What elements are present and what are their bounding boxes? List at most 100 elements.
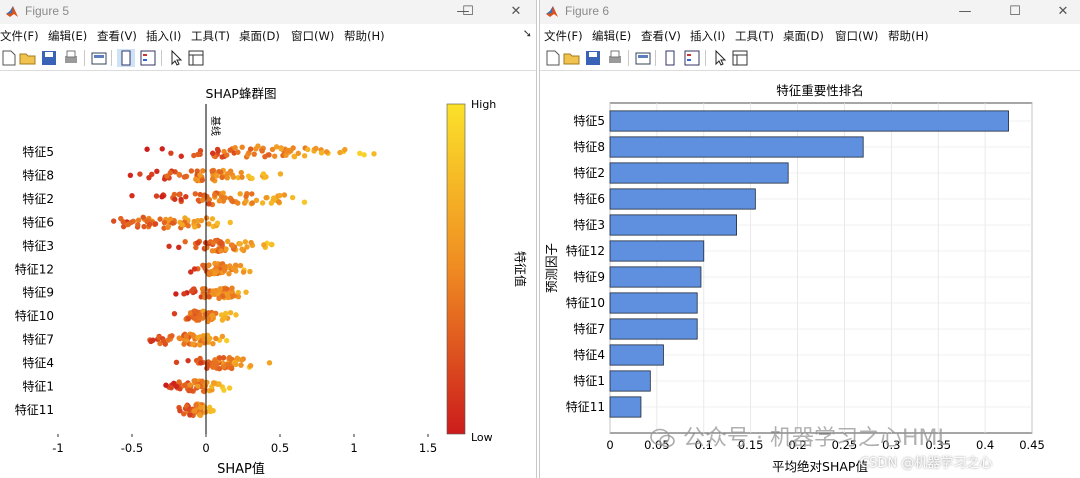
swarm-point [214, 220, 221, 226]
print-icon[interactable] [606, 49, 624, 67]
figure-5-titlebar[interactable]: Figure 5 — ☐ ✕ [0, 0, 536, 24]
swarm-point [243, 289, 249, 295]
swarm-point [200, 388, 207, 394]
swarm-point [120, 219, 126, 225]
swarm-point [163, 382, 169, 388]
menu-edit[interactable]: 编辑(E) [592, 28, 631, 44]
toggle-plot-tools-icon[interactable] [117, 49, 135, 67]
y-tick-label: 特征12 [566, 243, 605, 258]
swarm-point [185, 316, 191, 322]
menu-tools[interactable]: 工具(T) [735, 28, 774, 44]
menu-insert[interactable]: 插入(I) [146, 28, 181, 44]
swarm-point [342, 146, 348, 153]
figure-6-menubar: 文件(F) 编辑(E) 查看(V) 插入(I) 工具(T) 桌面(D) 窗口(W… [540, 24, 1080, 46]
swarm-point [318, 150, 325, 156]
bar [609, 162, 789, 184]
swarm-point [216, 355, 223, 361]
figure-6-titlebar[interactable]: Figure 6 — ☐ ✕ [540, 0, 1080, 24]
menu-help[interactable]: 帮助(H) [888, 28, 929, 44]
menu-view[interactable]: 查看(V) [641, 28, 681, 44]
menu-file[interactable]: 文件(F) [0, 28, 39, 44]
swarm-point [140, 214, 146, 220]
swarm-point [305, 146, 311, 153]
swarm-point [229, 242, 235, 248]
maximize-button[interactable]: ☐ [457, 2, 479, 22]
property-editor-icon[interactable] [187, 49, 205, 67]
insert-legend-icon[interactable] [683, 49, 701, 67]
save-icon[interactable] [40, 49, 58, 67]
toggle-plot-tools-icon[interactable] [661, 49, 679, 67]
swarm-point [191, 378, 197, 384]
minimize-button[interactable]: — [954, 2, 976, 22]
bar [609, 240, 705, 262]
open-icon[interactable] [19, 49, 37, 67]
print-preview-icon[interactable] [634, 49, 652, 67]
swarm-point [196, 312, 202, 319]
matlab-logo-icon [6, 6, 18, 17]
swarm-point [218, 248, 224, 254]
dock-figure-icon[interactable]: ➘ [523, 27, 532, 40]
y-tick-label: 特征2 [22, 191, 54, 206]
swarm-point [191, 308, 198, 314]
colorbar-high-label: High [471, 98, 496, 111]
swarm-point [227, 310, 234, 316]
swarm-point [237, 262, 244, 269]
swarm-point [230, 198, 236, 205]
swarm-point [193, 244, 199, 251]
swarm-point [161, 219, 168, 226]
swarm-point [173, 291, 179, 297]
swarm-point [259, 148, 265, 154]
pointer-icon[interactable] [711, 49, 729, 67]
swarm-point [206, 200, 212, 207]
print-preview-icon[interactable] [90, 49, 108, 67]
menu-window[interactable]: 窗口(W) [291, 28, 334, 44]
new-icon[interactable] [544, 49, 562, 67]
swarm-point [230, 265, 237, 271]
swarm-point [210, 380, 217, 386]
y-tick-label: 特征6 [22, 214, 54, 229]
property-editor-icon[interactable] [731, 49, 749, 67]
insert-legend-icon[interactable] [139, 49, 157, 67]
swarm-point [183, 193, 189, 200]
save-icon[interactable] [584, 49, 602, 67]
menu-view[interactable]: 查看(V) [97, 28, 137, 44]
pointer-icon[interactable] [167, 49, 185, 67]
close-button[interactable]: ✕ [1052, 2, 1074, 22]
swarm-point [209, 248, 216, 254]
close-button[interactable]: ✕ [505, 2, 527, 22]
colorbar-low-label: Low [471, 431, 493, 444]
menu-tools[interactable]: 工具(T) [191, 28, 230, 44]
x-tick-label: 1 [350, 441, 357, 455]
print-icon[interactable] [62, 49, 80, 67]
menu-desktop[interactable]: 桌面(D) [239, 28, 280, 44]
menu-edit[interactable]: 编辑(E) [48, 28, 87, 44]
new-icon[interactable] [0, 49, 18, 67]
swarm-point [144, 146, 150, 152]
menu-help[interactable]: 帮助(H) [344, 28, 385, 44]
menu-window[interactable]: 窗口(W) [835, 28, 878, 44]
swarm-point [191, 152, 197, 159]
y-tick-label: 特征3 [22, 238, 54, 253]
y-tick-label: 特征2 [573, 165, 605, 180]
bar [609, 214, 737, 236]
matlab-logo-icon [546, 6, 558, 17]
swarm-point [251, 151, 257, 157]
swarm-point [157, 216, 163, 222]
menu-file[interactable]: 文件(F) [544, 28, 583, 44]
swarm-point [203, 215, 210, 221]
swarm-point [242, 239, 249, 245]
swarm-point [278, 146, 284, 152]
swarm-point [110, 218, 117, 224]
bar [609, 292, 698, 314]
baseline-label: 基线 [209, 116, 222, 136]
toolbar-separator [84, 50, 85, 66]
feature-importance-chart: 特征重要性排名 特征5特征8特征2特征6特征3特征12特征9特征10特征7特征4… [544, 83, 1045, 474]
figure-6-toolbar [540, 46, 1080, 71]
open-icon[interactable] [563, 49, 581, 67]
maximize-button[interactable]: ☐ [1004, 2, 1026, 22]
menu-desktop[interactable]: 桌面(D) [783, 28, 824, 44]
menu-insert[interactable]: 插入(I) [690, 28, 725, 44]
swarm-point [239, 174, 245, 180]
swarm-point [253, 197, 260, 204]
swarm-point [185, 357, 191, 364]
